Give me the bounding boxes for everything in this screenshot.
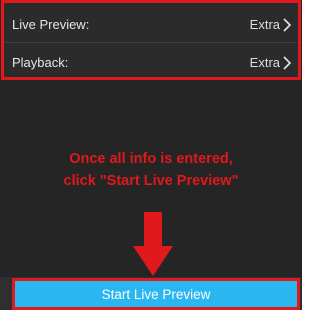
screen: Live Preview: Extra Playback: Extra Once… — [0, 0, 302, 310]
live-preview-label: Live Preview: — [12, 17, 90, 32]
start-live-preview-label: Start Live Preview — [101, 286, 211, 302]
playback-value: Extra — [249, 55, 280, 70]
annotation-line-2: click "Start Live Preview" — [63, 173, 239, 189]
instruction-annotation: Once all info is entered, click "Start L… — [0, 148, 302, 192]
live-preview-row[interactable]: Live Preview: Extra — [4, 6, 298, 43]
playback-label: Playback: — [12, 55, 69, 70]
chevron-right-icon — [283, 55, 292, 70]
start-live-preview-button[interactable]: Start Live Preview — [12, 278, 300, 310]
live-preview-value: Extra — [249, 17, 280, 32]
annotation-line-1: Once all info is entered, — [69, 151, 233, 167]
settings-group-highlight: Live Preview: Extra Playback: Extra — [1, 0, 301, 80]
down-arrow-icon — [133, 212, 173, 276]
row-divider — [4, 42, 298, 43]
playback-row[interactable]: Playback: Extra — [4, 44, 298, 81]
chevron-right-icon — [283, 17, 292, 32]
